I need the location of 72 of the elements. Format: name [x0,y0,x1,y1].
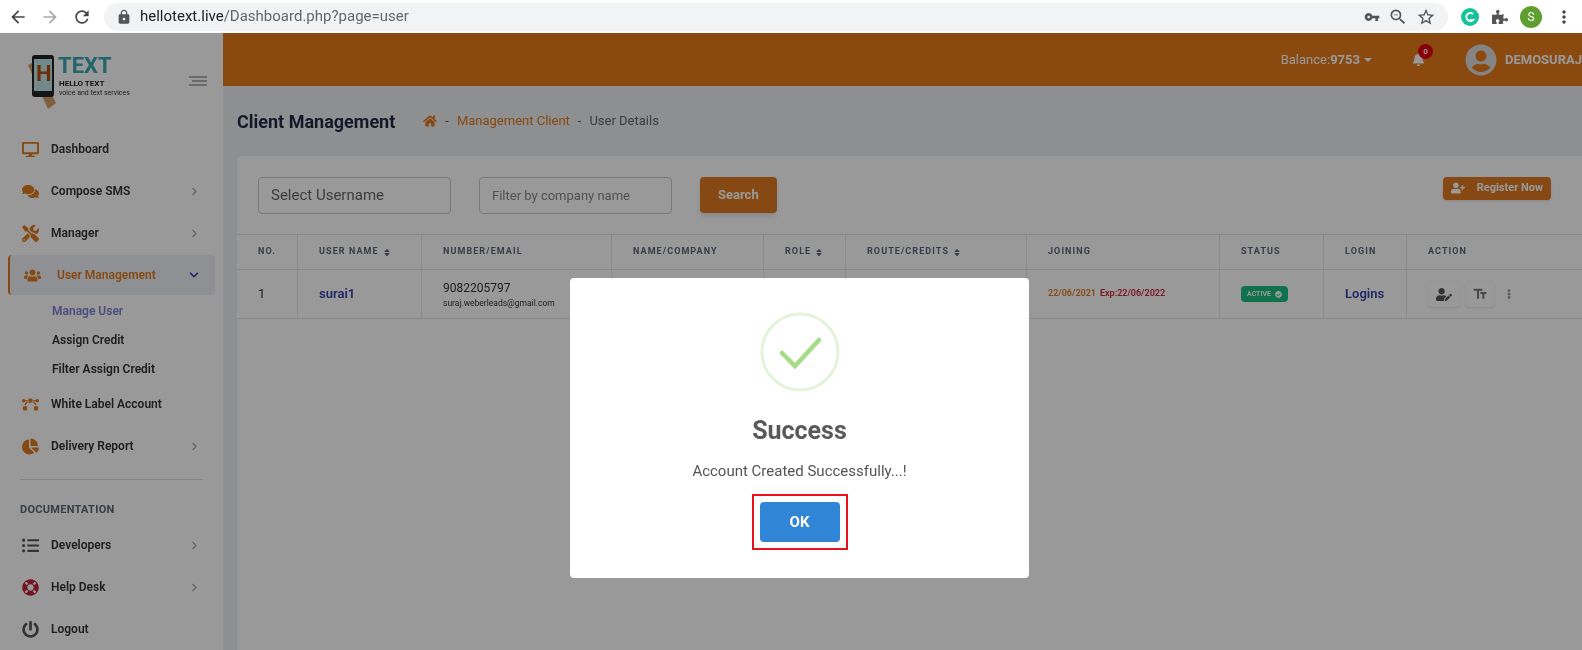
chevron-right-icon [190,582,199,592]
sort-icon[interactable] [815,247,824,257]
chevron-right-icon [190,540,199,550]
column-header[interactable]: ROUTE/CREDITS [867,245,950,259]
sidebar-icon [22,224,39,242]
puzzle-icon[interactable] [1492,8,1508,25]
username-select[interactable]: Select Username [258,176,451,214]
table-cell-text: 1 [258,285,266,304]
sidebar-item[interactable]: Developers [8,525,215,565]
join-date: 22/06/2021 [1048,287,1096,301]
email-text: suraj.weberleads@gmail.com [443,296,556,310]
submenu-item[interactable]: Filter Assign Credit [52,359,155,378]
caret-icon [1364,57,1372,62]
column-header: NO. [258,245,276,259]
notification-badge: 0 [1418,44,1433,59]
sort-icon[interactable] [382,247,391,257]
column-header[interactable]: USER NAME [319,245,379,259]
bell-icon[interactable] [1412,53,1425,66]
sidebar-item[interactable]: Dashboard [8,129,215,169]
sidebar-icon [22,536,39,554]
url-text: hellotext.live/Dashboard.php?page=user [140,6,409,28]
breadcrumb-separator: - [445,112,449,131]
submenu-item[interactable]: Manage User [52,301,124,320]
sort-icon[interactable] [953,247,962,257]
sidebar-icon [22,140,39,158]
page-title: Client Management [237,109,396,134]
success-check-icon [759,312,840,392]
sidebar-item[interactable]: White Label Account [8,384,215,424]
search-button[interactable]: Search [700,177,777,213]
sidebar-icon [22,578,39,596]
expiry-date: Exp:22/06/2022 [1100,287,1166,301]
ok-button[interactable]: OK [759,502,840,542]
phone-number: 9082205797 [443,279,512,297]
column-header: ACTION [1428,245,1467,259]
column-header: JOINING [1048,245,1091,259]
section-heading: DOCUMENTATION [20,503,115,516]
sidebar-item[interactable]: Logout [8,609,215,649]
logins-link[interactable]: Logins [1345,284,1385,304]
add-user-icon [1450,182,1465,194]
address-bar[interactable]: hellotext.live/Dashboard.php?page=user [104,2,1448,31]
chevron-right-icon [190,441,199,451]
sidebar-item[interactable]: Help Desk [8,567,215,607]
dialog-message: Account Created Successfully...! [692,460,907,482]
extension-icon[interactable] [1460,6,1480,27]
sidebar-item[interactable]: Compose SMS [8,171,215,211]
username-link[interactable]: surai1 [319,284,356,304]
column-header: LOGIN [1345,245,1377,259]
text-button[interactable] [1466,281,1494,307]
submenu-item[interactable]: Assign Credit [52,330,125,349]
column-header: STATUS [1241,245,1281,259]
text-size-icon [1472,286,1488,302]
user-edit-icon [1436,287,1452,301]
chevron-right-icon [190,228,199,238]
lock-icon [116,8,132,25]
home-icon[interactable] [423,114,438,128]
sidebar-item[interactable]: Delivery Report [8,426,215,466]
profile-avatar[interactable]: S [1520,5,1542,28]
sidebar-item[interactable]: Manager [8,213,215,253]
column-header: NAME/COMPANY [633,245,718,259]
sidebar-icon [22,182,39,200]
column-header: NUMBER/EMAIL [443,245,523,259]
edit-user-button[interactable] [1428,281,1460,307]
breadcrumb-separator: - [577,112,582,131]
balance-dropdown[interactable]: Balance:9753 [1280,49,1372,70]
column-header[interactable]: ROLE [785,245,812,259]
company-filter-field[interactable]: Filter by company name [479,176,672,214]
breadcrumb-text: User Details [589,112,659,131]
dialog-title: Success [752,415,847,447]
chevron-right-icon [190,186,199,196]
sidebar-icon [22,620,39,638]
register-button[interactable]: Register Now [1442,176,1551,200]
sidebar-icon [22,437,39,455]
